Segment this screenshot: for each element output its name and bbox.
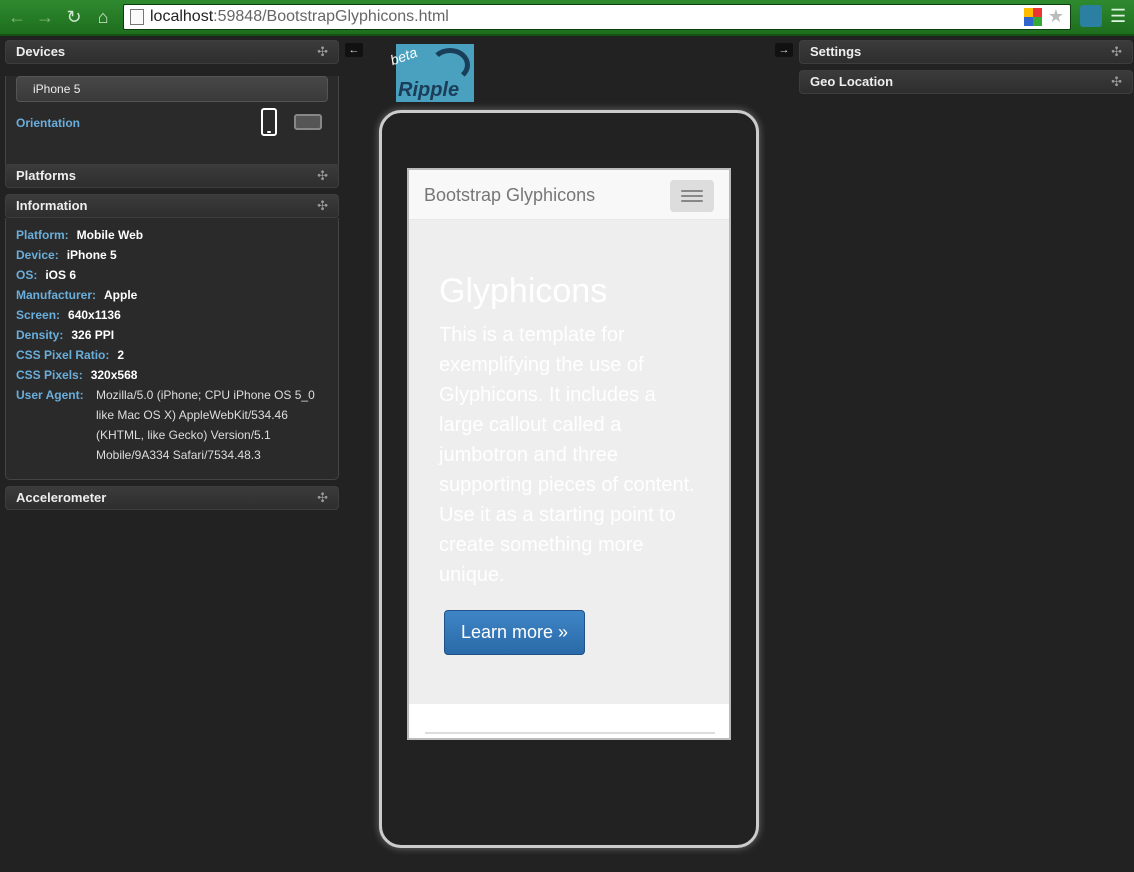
geo-location-panel: Geo Location ✣ bbox=[799, 70, 1133, 94]
jumbotron-heading: Glyphicons bbox=[439, 272, 608, 310]
menu-icon[interactable]: ☰ bbox=[1110, 7, 1128, 25]
extension-icon[interactable] bbox=[1024, 8, 1042, 26]
url-path: :59848/BootstrapGlyphicons.html bbox=[213, 8, 449, 25]
accelerometer-panel-header[interactable]: Accelerometer ✣ bbox=[5, 486, 339, 510]
info-value: 640x1136 bbox=[68, 308, 121, 322]
user-agent-line: Mozilla/5.0 (iPhone; CPU iPhone OS 5_0 bbox=[96, 388, 315, 402]
info-value: iOS 6 bbox=[45, 268, 77, 282]
platforms-title: Platforms bbox=[16, 168, 76, 183]
devices-panel: Devices ✣ iPhone 5 Orientation bbox=[5, 40, 339, 170]
hamburger-bar bbox=[681, 190, 703, 192]
info-key: User Agent: bbox=[16, 388, 84, 402]
collapse-right-arrow-icon[interactable]: → bbox=[775, 43, 793, 57]
platforms-panel-header[interactable]: Platforms ✣ bbox=[5, 164, 339, 188]
url-text: localhost:59848/BootstrapGlyphicons.html bbox=[150, 8, 449, 26]
back-arrow-icon[interactable]: ← bbox=[6, 6, 28, 28]
device-screen: Bootstrap Glyphicons Glyphicons This is … bbox=[407, 168, 731, 740]
settings-title: Settings bbox=[810, 44, 862, 59]
platforms-panel: Platforms ✣ bbox=[5, 164, 339, 188]
orientation-label: Orientation bbox=[16, 116, 81, 130]
info-row: Device: iPhone 5 bbox=[6, 245, 338, 265]
info-key: Screen: bbox=[16, 308, 61, 322]
info-row: Manufacturer: Apple bbox=[6, 285, 338, 305]
settings-panel-header[interactable]: Settings ✣ bbox=[799, 40, 1133, 64]
info-key: Density: bbox=[16, 328, 64, 342]
home-icon[interactable]: ⌂ bbox=[92, 6, 114, 28]
settings-panel: Settings ✣ bbox=[799, 40, 1133, 64]
info-row: CSS Pixel Ratio: 2 bbox=[6, 345, 338, 365]
geo-location-title: Geo Location bbox=[810, 74, 894, 89]
user-agent-line: Mobile/9A334 Safari/7534.48.3 bbox=[96, 448, 261, 462]
drag-handle-icon[interactable]: ✣ bbox=[317, 195, 328, 217]
beta-badge: beta bbox=[388, 43, 420, 69]
drag-handle-icon[interactable]: ✣ bbox=[317, 165, 328, 187]
landscape-icon[interactable] bbox=[294, 114, 322, 130]
accelerometer-title: Accelerometer bbox=[16, 490, 107, 505]
info-value: iPhone 5 bbox=[66, 248, 117, 262]
info-row: CSS Pixels: 320x568 bbox=[6, 365, 338, 385]
information-panel: Information ✣ Platform: Mobile Web Device… bbox=[5, 194, 339, 480]
portrait-icon[interactable] bbox=[261, 108, 277, 136]
info-row: Density: 326 PPI bbox=[6, 325, 338, 345]
ripple-logo: Ripple beta bbox=[388, 44, 474, 102]
user-agent-line: (KHTML, like Gecko) Version/5.1 bbox=[96, 428, 271, 442]
forward-arrow-icon[interactable]: → bbox=[34, 6, 56, 28]
drag-handle-icon[interactable]: ✣ bbox=[1111, 41, 1122, 63]
jumbotron: Glyphicons This is a template for exempl… bbox=[409, 220, 729, 704]
user-agent-value: Mozilla/5.0 (iPhone; CPU iPhone OS 5_0 l… bbox=[96, 385, 324, 465]
info-value: Apple bbox=[104, 288, 138, 302]
app-navbar: Bootstrap Glyphicons bbox=[409, 170, 729, 220]
user-agent-row: User Agent: Mozilla/5.0 (iPhone; CPU iPh… bbox=[6, 385, 338, 465]
info-value: 326 PPI bbox=[71, 328, 115, 342]
info-value: Mobile Web bbox=[76, 228, 144, 242]
accelerometer-panel: Accelerometer ✣ bbox=[5, 486, 339, 510]
information-panel-body: Platform: Mobile Web Device: iPhone 5 OS: i… bbox=[5, 218, 339, 480]
navbar-toggle-button[interactable] bbox=[670, 180, 714, 212]
information-panel-header[interactable]: Information ✣ bbox=[5, 194, 339, 218]
address-bar[interactable]: localhost:59848/BootstrapGlyphicons.html… bbox=[123, 4, 1071, 30]
logo-text: Ripple bbox=[398, 79, 460, 101]
drag-handle-icon[interactable]: ✣ bbox=[317, 41, 328, 63]
reload-icon[interactable]: ↻ bbox=[63, 6, 85, 28]
page-icon bbox=[130, 9, 144, 25]
devices-title: Devices bbox=[16, 44, 66, 59]
info-key: OS: bbox=[16, 268, 38, 282]
geo-location-panel-header[interactable]: Geo Location ✣ bbox=[799, 70, 1133, 94]
learn-more-button[interactable]: Learn more » bbox=[444, 610, 585, 655]
content-divider bbox=[425, 732, 715, 734]
drag-handle-icon[interactable]: ✣ bbox=[317, 487, 328, 509]
info-row: Screen: 640x1136 bbox=[6, 305, 338, 325]
info-key: CSS Pixel Ratio: bbox=[16, 348, 110, 362]
user-agent-line: like Mac OS X) AppleWebKit/534.46 bbox=[96, 408, 288, 422]
info-row: OS: iOS 6 bbox=[6, 265, 338, 285]
devices-panel-body: iPhone 5 Orientation bbox=[5, 76, 339, 170]
ripple-swirl-icon bbox=[430, 48, 470, 82]
hamburger-bar bbox=[681, 200, 703, 202]
ripple-extension-icon[interactable] bbox=[1080, 5, 1102, 27]
hamburger-bar bbox=[681, 195, 703, 197]
info-row: Platform: Mobile Web bbox=[6, 225, 338, 245]
info-value: 320x568 bbox=[90, 368, 138, 382]
info-key: Device: bbox=[16, 248, 59, 262]
info-value: 2 bbox=[117, 348, 125, 362]
browser-toolbar: ← → ↻ ⌂ localhost:59848/BootstrapGlyphic… bbox=[0, 0, 1134, 36]
information-title: Information bbox=[16, 198, 88, 213]
devices-panel-header[interactable]: Devices ✣ bbox=[5, 40, 339, 64]
collapse-left-arrow-icon[interactable]: ← bbox=[345, 43, 363, 57]
url-host: localhost bbox=[150, 8, 214, 25]
orientation-row: Orientation bbox=[6, 102, 338, 148]
navbar-brand[interactable]: Bootstrap Glyphicons bbox=[424, 185, 595, 206]
info-key: CSS Pixels: bbox=[16, 368, 83, 382]
jumbotron-lead: This is a template for exemplifying the … bbox=[439, 324, 695, 586]
info-key: Platform: bbox=[16, 228, 69, 242]
device-select[interactable]: iPhone 5 bbox=[16, 76, 328, 102]
drag-handle-icon[interactable]: ✣ bbox=[1111, 71, 1122, 93]
bookmark-star-icon[interactable]: ★ bbox=[1048, 6, 1064, 27]
info-key: Manufacturer: bbox=[16, 288, 97, 302]
